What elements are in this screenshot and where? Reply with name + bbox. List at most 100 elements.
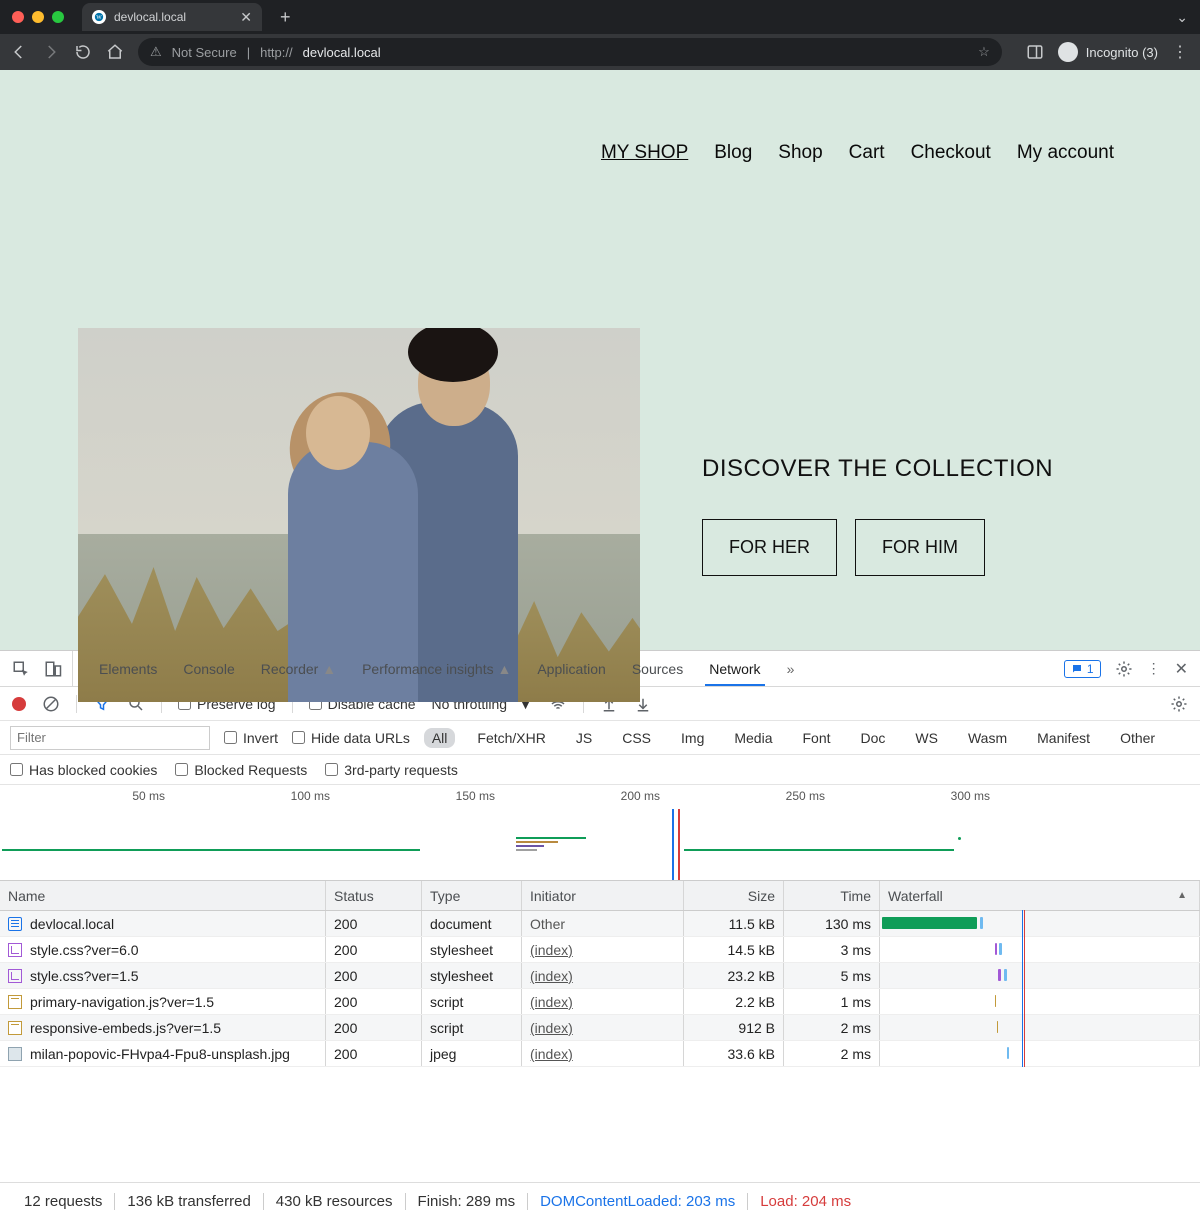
type-manifest[interactable]: Manifest bbox=[1029, 728, 1098, 748]
minimize-window-icon[interactable] bbox=[32, 11, 44, 23]
hero-image bbox=[78, 328, 640, 702]
cell-type: document bbox=[422, 911, 522, 936]
menu-icon[interactable]: ⋮ bbox=[1172, 42, 1190, 62]
for-him-button[interactable]: FOR HIM bbox=[855, 519, 985, 576]
tab-network[interactable]: Network bbox=[709, 661, 760, 677]
col-size[interactable]: Size bbox=[684, 881, 784, 910]
cell-status: 200 bbox=[326, 963, 422, 988]
type-js[interactable]: JS bbox=[568, 728, 600, 748]
blocked-cookies-checkbox[interactable]: Has blocked cookies bbox=[10, 762, 157, 778]
for-her-button[interactable]: FOR HER bbox=[702, 519, 837, 576]
type-img[interactable]: Img bbox=[673, 728, 712, 748]
cell-type: stylesheet bbox=[422, 937, 522, 962]
tab-elements[interactable]: Elements bbox=[99, 661, 157, 677]
col-status[interactable]: Status bbox=[326, 881, 422, 910]
table-row[interactable]: milan-popovic-FHvpa4-Fpu8-unsplash.jpg20… bbox=[0, 1041, 1200, 1067]
type-wasm[interactable]: Wasm bbox=[960, 728, 1015, 748]
stat-resources: 430 kB resources bbox=[264, 1193, 406, 1210]
type-fetch[interactable]: Fetch/XHR bbox=[469, 728, 553, 748]
cell-time: 5 ms bbox=[784, 963, 880, 988]
forward-icon[interactable] bbox=[42, 43, 60, 61]
devtools-menu-icon[interactable]: ⋮ bbox=[1147, 660, 1161, 677]
table-row[interactable]: primary-navigation.js?ver=1.5200script(i… bbox=[0, 989, 1200, 1015]
nav-cart[interactable]: Cart bbox=[849, 142, 885, 164]
cell-initiator[interactable]: (index) bbox=[522, 1015, 684, 1040]
blocked-requests-checkbox[interactable]: Blocked Requests bbox=[175, 762, 307, 778]
col-initiator[interactable]: Initiator bbox=[522, 881, 684, 910]
tab-application[interactable]: Application bbox=[537, 661, 606, 677]
tick: 300 ms bbox=[951, 789, 990, 803]
clear-icon[interactable] bbox=[42, 695, 60, 713]
cell-waterfall bbox=[880, 1041, 1200, 1066]
home-icon[interactable] bbox=[106, 43, 124, 61]
type-font[interactable]: Font bbox=[795, 728, 839, 748]
record-icon[interactable] bbox=[12, 697, 26, 711]
incognito-status[interactable]: Incognito (3) bbox=[1058, 42, 1158, 62]
devtools-panel: Elements Console Recorder ▲ Performance … bbox=[0, 650, 1200, 1219]
type-media[interactable]: Media bbox=[726, 728, 780, 748]
tick: 150 ms bbox=[456, 789, 495, 803]
hide-dataurls-checkbox[interactable]: Hide data URLs bbox=[292, 730, 410, 746]
tabs-chevron-icon[interactable]: ⌄ bbox=[1176, 9, 1188, 26]
cell-time: 2 ms bbox=[784, 1041, 880, 1066]
close-window-icon[interactable] bbox=[12, 11, 24, 23]
fullscreen-window-icon[interactable] bbox=[52, 11, 64, 23]
table-row[interactable]: style.css?ver=1.5200stylesheet(index)23.… bbox=[0, 963, 1200, 989]
tab-sources[interactable]: Sources bbox=[632, 661, 683, 677]
nav-my-shop[interactable]: MY SHOP bbox=[601, 142, 688, 164]
cell-size: 23.2 kB bbox=[684, 963, 784, 988]
star-icon[interactable]: ☆ bbox=[978, 44, 990, 60]
file-type-icon bbox=[8, 969, 22, 983]
type-doc[interactable]: Doc bbox=[853, 728, 894, 748]
file-type-icon bbox=[8, 1021, 22, 1035]
tab-recorder[interactable]: Recorder ▲ bbox=[261, 661, 336, 677]
tab-console[interactable]: Console bbox=[183, 661, 234, 677]
new-tab-icon[interactable]: + bbox=[280, 7, 291, 28]
network-settings-icon[interactable] bbox=[1170, 695, 1188, 713]
col-name[interactable]: Name bbox=[0, 881, 326, 910]
tab-perf-insights[interactable]: Performance insights ▲ bbox=[362, 661, 511, 677]
nav-blog[interactable]: Blog bbox=[714, 142, 752, 164]
table-row[interactable]: responsive-embeds.js?ver=1.5200script(in… bbox=[0, 1015, 1200, 1041]
hero-title: DISCOVER THE COLLECTION bbox=[702, 455, 1053, 483]
invert-checkbox[interactable]: Invert bbox=[224, 730, 278, 746]
cell-time: 2 ms bbox=[784, 1015, 880, 1040]
filter-input[interactable] bbox=[10, 726, 210, 750]
col-time[interactable]: Time bbox=[784, 881, 880, 910]
type-all[interactable]: All bbox=[424, 728, 456, 748]
back-icon[interactable] bbox=[10, 43, 28, 61]
file-type-icon bbox=[8, 995, 22, 1009]
browser-tab[interactable]: W devlocal.local ✕ bbox=[82, 3, 262, 31]
address-bar[interactable]: ⚠ Not Secure | http://devlocal.local ☆ bbox=[138, 38, 1002, 66]
filter-row: Invert Hide data URLs All Fetch/XHR JS C… bbox=[0, 721, 1200, 755]
table-row[interactable]: devlocal.local200documentOther11.5 kB130… bbox=[0, 911, 1200, 937]
cell-initiator[interactable]: (index) bbox=[522, 963, 684, 988]
type-ws[interactable]: WS bbox=[907, 728, 946, 748]
stat-requests: 12 requests bbox=[12, 1193, 115, 1210]
cell-status: 200 bbox=[326, 1015, 422, 1040]
col-type[interactable]: Type bbox=[422, 881, 522, 910]
svg-text:W: W bbox=[96, 15, 102, 21]
panel-icon[interactable] bbox=[1026, 43, 1044, 61]
type-css[interactable]: CSS bbox=[614, 728, 659, 748]
file-type-icon bbox=[8, 917, 22, 931]
close-tab-icon[interactable]: ✕ bbox=[240, 9, 252, 26]
cell-type: jpeg bbox=[422, 1041, 522, 1066]
table-row[interactable]: style.css?ver=6.0200stylesheet(index)14.… bbox=[0, 937, 1200, 963]
col-waterfall[interactable]: Waterfall▲ bbox=[880, 881, 1200, 910]
inspect-icon[interactable] bbox=[12, 660, 30, 678]
devtools-close-icon[interactable]: ✕ bbox=[1175, 659, 1188, 679]
reload-icon[interactable] bbox=[74, 43, 92, 61]
nav-my-account[interactable]: My account bbox=[1017, 142, 1114, 164]
cell-initiator[interactable]: (index) bbox=[522, 1041, 684, 1066]
thirdparty-checkbox[interactable]: 3rd-party requests bbox=[325, 762, 458, 778]
device-toggle-icon[interactable] bbox=[44, 660, 62, 678]
nav-shop[interactable]: Shop bbox=[778, 142, 822, 164]
type-other[interactable]: Other bbox=[1112, 728, 1163, 748]
issues-badge[interactable]: 1 bbox=[1064, 660, 1101, 678]
settings-gear-icon[interactable] bbox=[1115, 660, 1133, 678]
nav-checkout[interactable]: Checkout bbox=[911, 142, 991, 164]
cell-initiator[interactable]: (index) bbox=[522, 937, 684, 962]
network-overview[interactable]: 50 ms 100 ms 150 ms 200 ms 250 ms 300 ms bbox=[0, 785, 1200, 881]
cell-initiator[interactable]: (index) bbox=[522, 989, 684, 1014]
